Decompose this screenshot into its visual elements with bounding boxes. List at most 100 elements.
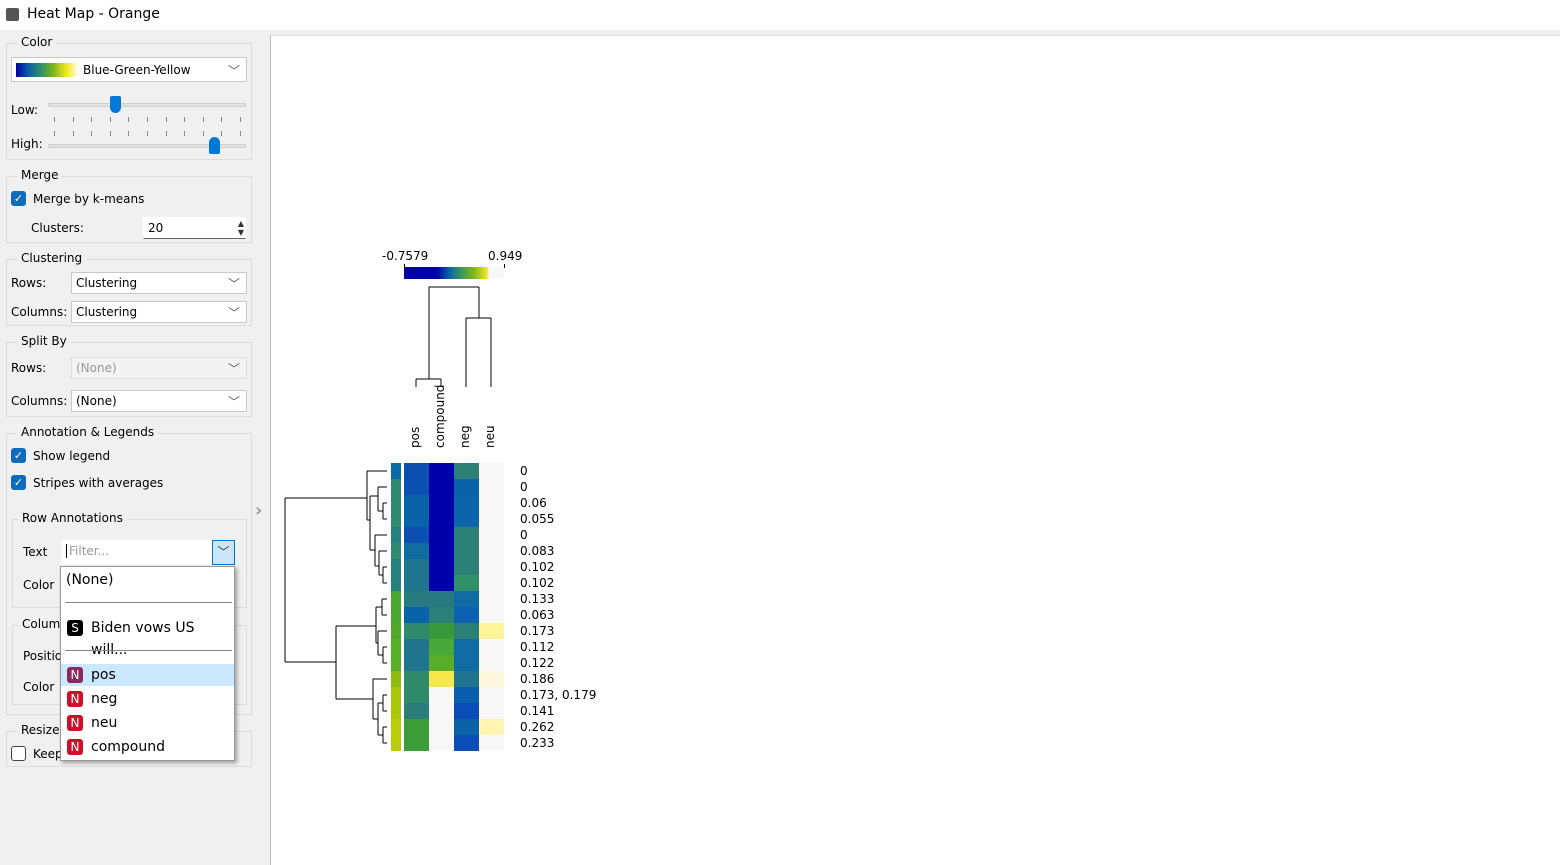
heatmap-cell bbox=[479, 575, 504, 591]
numeric-type-icon: N bbox=[67, 691, 83, 707]
row-label: 0.173 bbox=[520, 624, 555, 638]
heatmap-cell bbox=[404, 719, 429, 735]
heatmap-cell bbox=[429, 479, 454, 495]
heatmap-cell bbox=[479, 655, 504, 671]
heatmap-cell bbox=[479, 527, 504, 543]
heatmap-cell bbox=[479, 495, 504, 511]
heatmap-cell bbox=[454, 639, 479, 655]
heatmap-cell bbox=[479, 639, 504, 655]
heatmap-cell bbox=[479, 703, 504, 719]
column-label: neg bbox=[458, 425, 472, 448]
average-stripe-cell bbox=[391, 575, 401, 591]
heatmap-cell bbox=[404, 703, 429, 719]
average-stripe-cell bbox=[391, 623, 401, 639]
dropdown-item-title[interactable]: S Biden vows US will... bbox=[61, 617, 234, 658]
string-type-icon: S bbox=[67, 620, 83, 636]
heatmap-cell bbox=[454, 511, 479, 527]
heatmap-cell bbox=[404, 511, 429, 527]
average-stripe-cell bbox=[391, 719, 401, 735]
heatmap-cell bbox=[454, 591, 479, 607]
item-label: pos bbox=[91, 667, 116, 683]
dropdown-item-none[interactable]: (None) bbox=[61, 569, 234, 591]
heatmap-cell bbox=[454, 671, 479, 687]
row-label: 0.102 bbox=[520, 576, 555, 590]
heatmap-cell bbox=[404, 463, 429, 479]
row-label: 0.141 bbox=[520, 704, 555, 718]
heatmap-cell bbox=[429, 703, 454, 719]
separator bbox=[65, 650, 232, 651]
heatmap-cell bbox=[479, 671, 504, 687]
average-stripe-cell bbox=[391, 463, 401, 479]
heatmap-cell bbox=[429, 671, 454, 687]
column-label: neu bbox=[483, 425, 497, 448]
heatmap-cell bbox=[429, 623, 454, 639]
heatmap-cell bbox=[454, 735, 479, 751]
row-label: 0.112 bbox=[520, 640, 555, 654]
heatmap-cell bbox=[404, 543, 429, 559]
heatmap-cell bbox=[479, 735, 504, 751]
text-annotation-dropdown: (None) S Biden vows US will... Npos Nneg … bbox=[60, 566, 235, 761]
heatmap-cell bbox=[454, 575, 479, 591]
row-label: 0.186 bbox=[520, 672, 555, 686]
heatmap-cell bbox=[404, 671, 429, 687]
heatmap-cell bbox=[404, 495, 429, 511]
heatmap-cell bbox=[404, 527, 429, 543]
heatmap-cell bbox=[454, 543, 479, 559]
heatmap-cell bbox=[404, 607, 429, 623]
heatmap-cell bbox=[429, 495, 454, 511]
heatmap-cell bbox=[404, 735, 429, 751]
row-label: 0.173, 0.179 bbox=[520, 688, 597, 702]
heatmap-cell bbox=[479, 687, 504, 703]
average-stripe-cell bbox=[391, 495, 401, 511]
dropdown-item-neu[interactable]: Nneu bbox=[61, 712, 234, 734]
heatmap-cell bbox=[454, 703, 479, 719]
item-label: neu bbox=[91, 715, 118, 731]
numeric-type-icon: N bbox=[67, 667, 83, 683]
heatmap-cell bbox=[454, 559, 479, 575]
average-stripe-cell bbox=[391, 543, 401, 559]
separator bbox=[65, 602, 232, 603]
heatmap-cell bbox=[404, 639, 429, 655]
heatmap-cell bbox=[429, 527, 454, 543]
heatmap-cell bbox=[429, 607, 454, 623]
average-stripe-cell bbox=[391, 559, 401, 575]
column-label: compound bbox=[433, 384, 447, 448]
heatmap-cell bbox=[479, 591, 504, 607]
average-stripe-cell bbox=[391, 703, 401, 719]
heatmap-cell bbox=[479, 719, 504, 735]
heatmap-cell bbox=[404, 479, 429, 495]
dropdown-item-neg[interactable]: Nneg bbox=[61, 688, 234, 710]
heatmap-cell bbox=[404, 575, 429, 591]
row-label: 0.06 bbox=[520, 496, 547, 510]
row-label: 0.055 bbox=[520, 512, 555, 526]
heatmap-cell bbox=[404, 623, 429, 639]
heatmap-cell bbox=[429, 511, 454, 527]
numeric-type-icon: N bbox=[67, 739, 83, 755]
heatmap-cell bbox=[429, 575, 454, 591]
heatmap-cell bbox=[454, 527, 479, 543]
item-label: Biden vows US will... bbox=[91, 620, 195, 658]
heatmap-cell bbox=[404, 559, 429, 575]
numeric-type-icon: N bbox=[67, 715, 83, 731]
heatmap-cell bbox=[479, 623, 504, 639]
heatmap-cell bbox=[454, 623, 479, 639]
heatmap-cell bbox=[454, 687, 479, 703]
average-stripe-cell bbox=[391, 591, 401, 607]
row-label: 0.233 bbox=[520, 736, 555, 750]
heatmap-cell bbox=[479, 543, 504, 559]
row-label: 0 bbox=[520, 480, 528, 494]
row-dendrogram bbox=[284, 470, 387, 744]
item-label: compound bbox=[91, 739, 165, 755]
heatmap-cell bbox=[479, 463, 504, 479]
heatmap-cell bbox=[429, 543, 454, 559]
heatmap-cell bbox=[429, 735, 454, 751]
row-label: 0.122 bbox=[520, 656, 555, 670]
row-label: 0.102 bbox=[520, 560, 555, 574]
column-label: pos bbox=[408, 426, 422, 448]
dropdown-item-pos[interactable]: Npos bbox=[61, 664, 234, 686]
heatmap-cell bbox=[479, 607, 504, 623]
heatmap-cell bbox=[479, 511, 504, 527]
dropdown-item-compound[interactable]: Ncompound bbox=[61, 736, 234, 758]
column-dendrogram bbox=[415, 286, 492, 387]
average-stripe-cell bbox=[391, 655, 401, 671]
